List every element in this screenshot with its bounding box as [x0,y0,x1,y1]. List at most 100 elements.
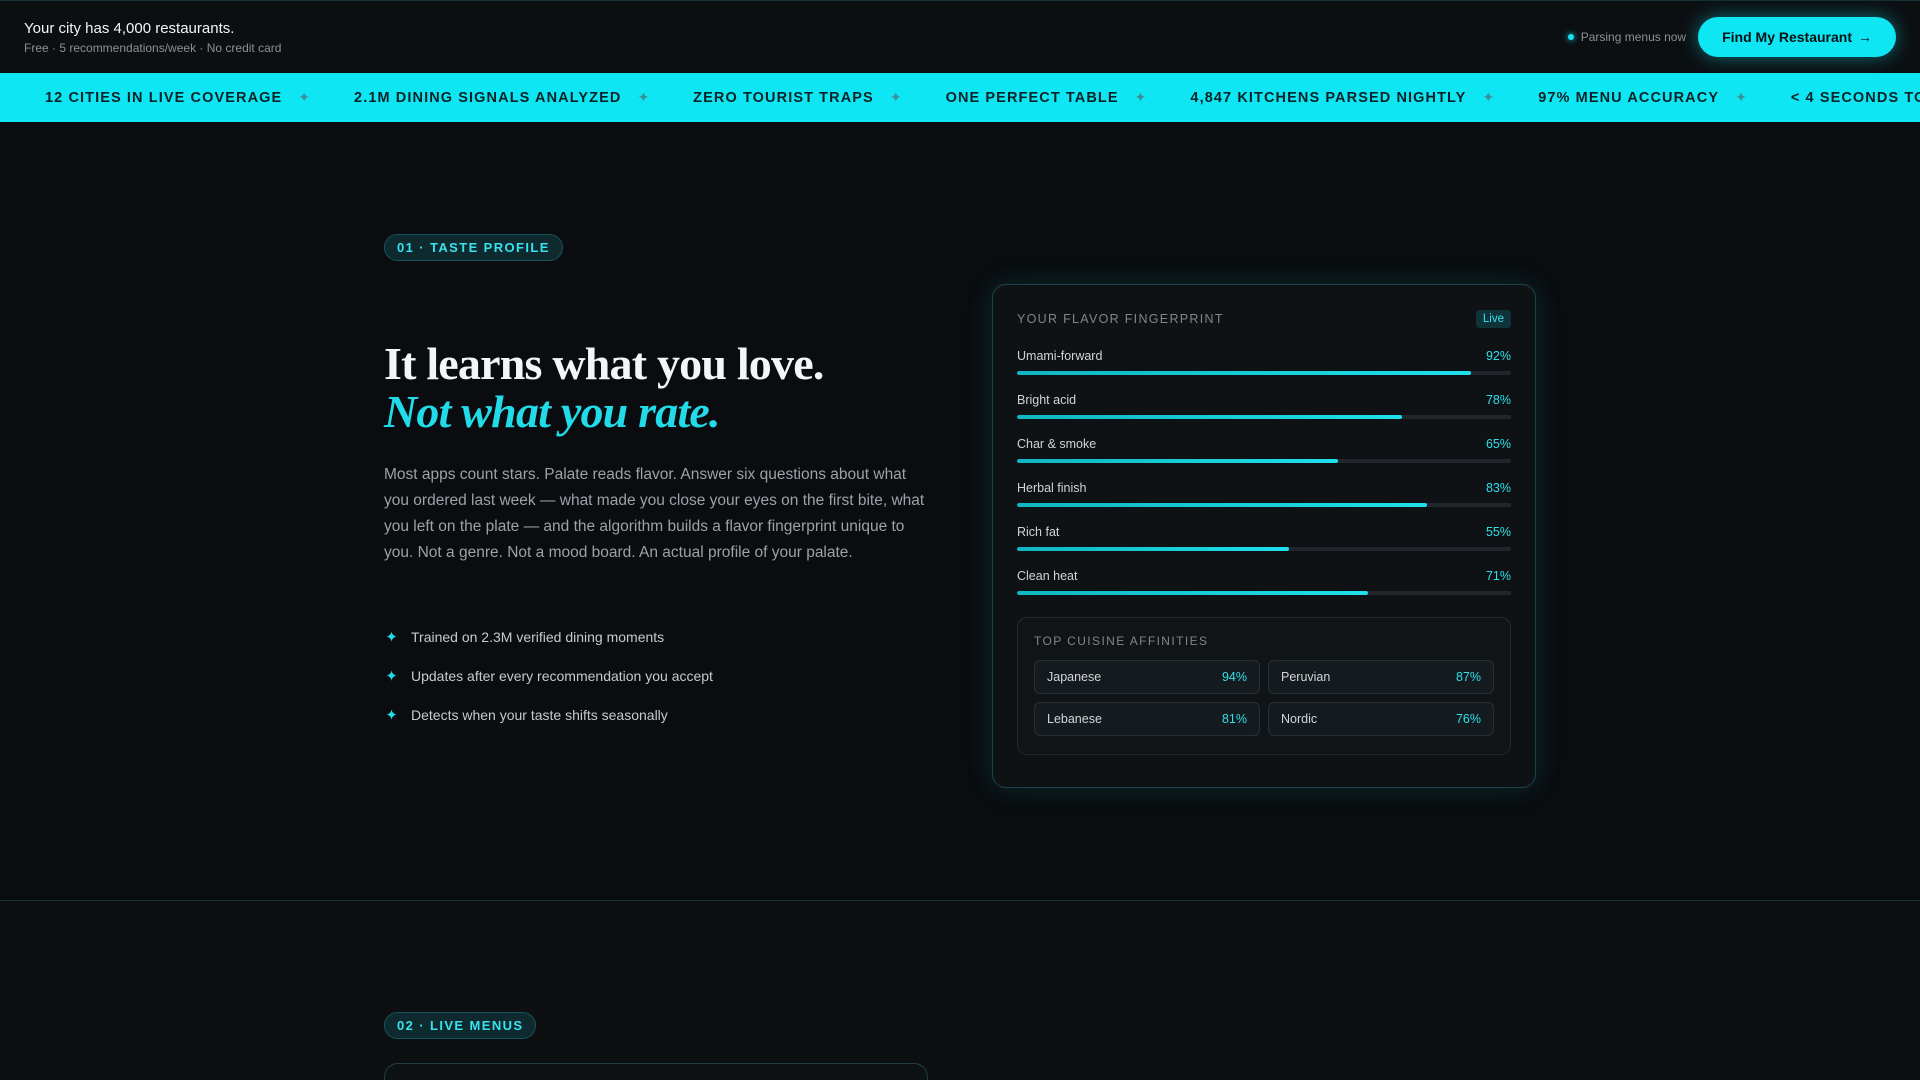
feature-bullet-text: Trained on 2.3M verified dining moments [411,629,665,645]
flavor-bar-track [1017,503,1511,507]
feature-bullet: ✦ Detects when your taste shifts seasona… [384,704,713,726]
ticker-text: 4,847 KITCHENS PARSED NIGHTLY [1190,89,1467,106]
feature-bullet-text: Updates after every recommendation you a… [411,668,713,684]
flavor-label: Umami-forward [1017,349,1103,363]
headline-line-2: Not what you rate. [384,386,721,437]
affinity-value: 76% [1455,712,1481,726]
flavor-bar-row: Char & smoke 65% [1017,435,1511,479]
find-my-restaurant-button[interactable]: Find My Restaurant → [1698,17,1896,57]
flavor-value: 71% [1485,569,1511,583]
affinity-name: Japanese [1047,670,1102,684]
card-title: YOUR FLAVOR FINGERPRINT [1017,312,1224,326]
flavor-bar-header: Char & smoke 65% [1017,435,1511,453]
flavor-bar-track [1017,547,1511,551]
ticker-item: 97% MENU ACCURACY ✦ [1538,89,1791,106]
ticker-item: 12 CITIES IN LIVE COVERAGE ✦ [45,89,354,106]
affinity-chip: Lebanese 81% [1034,702,1260,736]
affinities-title: TOP CUISINE AFFINITIES [1034,634,1209,648]
flavor-bar-fill [1017,415,1403,419]
flavor-bar-track [1017,591,1511,595]
sparkle-icon: ✦ [385,707,398,724]
sparkle-separator-icon: ✦ [298,89,311,105]
section-body-copy: Most apps count stars. Palate reads flav… [384,466,925,561]
affinity-chip: Nordic 76% [1268,702,1494,736]
arrow-right-icon: → [1858,29,1872,45]
sparkle-icon: ✦ [385,668,398,685]
flavor-bar-row: Herbal finish 83% [1017,479,1511,523]
live-badge: Live [1475,310,1511,328]
flavor-label: Rich fat [1017,525,1060,539]
ticker-text: 97% MENU ACCURACY [1538,89,1720,106]
flavor-bar-row: Umami-forward 92% [1017,347,1511,391]
flavor-bar-header: Rich fat 55% [1017,523,1511,541]
topbar-actions: Parsing menus now Find My Restaurant → [1567,17,1896,57]
cuisine-affinities-panel: TOP CUISINE AFFINITIES Japanese 94% Peru… [1017,617,1511,755]
topbar-headline: Your city has 4,000 restaurants. [24,19,235,37]
feature-bullet: ✦ Trained on 2.3M verified dining moment… [384,626,713,648]
ticker-item: < 4 SECONDS TO [1791,90,1920,106]
flavor-bar-fill [1017,591,1368,595]
flavor-label: Clean heat [1017,569,1078,583]
ticker-text: ZERO TOURIST TRAPS [693,89,874,106]
taste-profile-section: 01 · TASTE PROFILE It learns what you lo… [0,122,1920,900]
cta-label: Find My Restaurant [1722,29,1852,45]
live-menus-card [384,1063,928,1080]
top-bar: Your city has 4,000 restaurants. Free · … [0,0,1920,73]
flavor-bar-row: Rich fat 55% [1017,523,1511,567]
feature-bullet-text: Detects when your taste shifts seasonall… [411,707,668,723]
flavor-bar-fill [1017,503,1428,507]
status-text: Parsing menus now [1580,30,1687,44]
affinity-chip: Japanese 94% [1034,660,1260,694]
flavor-bar-fill [1017,547,1289,551]
headline-line-1: It learns what you love. [384,338,824,389]
flavor-bar-header: Umami-forward 92% [1017,347,1511,365]
flavor-bar-fill [1017,371,1472,375]
ticker-text: 2.1M DINING SIGNALS ANALYZED [354,89,622,106]
affinity-value: 81% [1221,712,1247,726]
flavor-value: 65% [1485,437,1511,451]
flavor-fingerprint-card: YOUR FLAVOR FINGERPRINT Live Umami-forwa… [992,284,1536,788]
affinities-grid: Japanese 94% Peruvian 87% Lebanese 81% N… [1034,660,1494,736]
flavor-label: Bright acid [1017,393,1077,407]
sparkle-separator-icon: ✦ [1482,89,1495,105]
flavor-bar-header: Clean heat 71% [1017,567,1511,585]
ticker-item: ZERO TOURIST TRAPS ✦ [693,89,945,106]
flavor-bar-track [1017,415,1511,419]
section-eyebrow-taste-profile: 01 · TASTE PROFILE [384,234,563,261]
flavor-label: Herbal finish [1017,481,1087,495]
status-dot-icon [1567,34,1574,40]
flavor-label: Char & smoke [1017,437,1097,451]
feature-bullet-list: ✦ Trained on 2.3M verified dining moment… [384,626,713,726]
flavor-bar-header: Bright acid 78% [1017,391,1511,409]
sparkle-icon: ✦ [385,629,398,646]
affinity-chip: Peruvian 87% [1268,660,1494,694]
topbar-subline: Free · 5 recommendations/week · No credi… [24,40,282,55]
section-headline: It learns what you love. Not what you ra… [384,340,944,436]
flavor-bar-fill [1017,459,1339,463]
affinity-value: 94% [1221,670,1247,684]
flavor-bar-track [1017,459,1511,463]
flavor-value: 78% [1485,393,1511,407]
ticker-item: ONE PERFECT TABLE ✦ [946,89,1191,106]
flavor-value: 55% [1485,525,1511,539]
flavor-bar-header: Herbal finish 83% [1017,479,1511,497]
affinity-name: Peruvian [1281,670,1331,684]
sparkle-separator-icon: ✦ [1134,89,1147,105]
topbar-message: Your city has 4,000 restaurants. Free · … [24,20,281,55]
ticker-text: 12 CITIES IN LIVE COVERAGE [45,89,283,106]
flavor-bar-track [1017,371,1511,375]
ticker-text: < 4 SECONDS TO [1790,89,1920,106]
flavor-bar-list: Umami-forward 92% Bright acid 78% Char & smo… [1017,347,1511,611]
sparkle-separator-icon: ✦ [1735,89,1747,105]
flavor-bar-row: Bright acid 78% [1017,391,1511,435]
ticker-track: 12 CITIES IN LIVE COVERAGE ✦ 2.1M DINING S… [0,89,1920,106]
flavor-value: 83% [1485,481,1511,495]
feature-bullet: ✦ Updates after every recommendation you… [384,665,713,687]
card-header: YOUR FLAVOR FINGERPRINT Live [1017,309,1511,329]
flavor-bar-row: Clean heat 71% [1017,567,1511,611]
ticker-text: ONE PERFECT TABLE [945,89,1119,106]
parsing-status: Parsing menus now [1567,30,1687,44]
sparkle-separator-icon: ✦ [637,89,650,105]
sparkle-separator-icon: ✦ [889,89,902,105]
section-eyebrow-live-menus: 02 · LIVE MENUS [384,1012,537,1039]
